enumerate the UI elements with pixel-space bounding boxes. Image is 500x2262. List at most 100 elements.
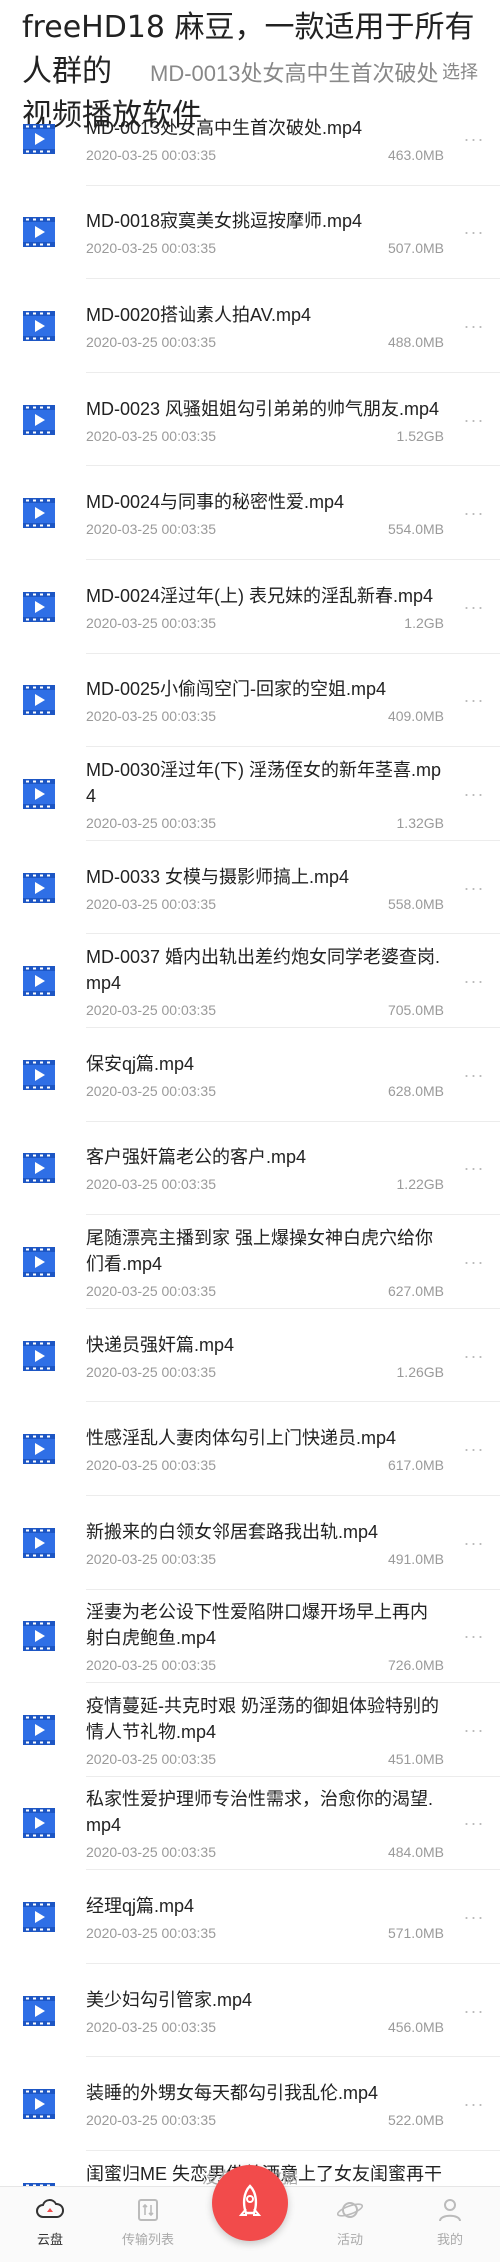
file-date: 2020-03-25 00:03:35: [86, 521, 216, 538]
file-item[interactable]: MD-0018寂寞美女挑逗按摩师.mp4 2020-03-25 00:03:35…: [0, 186, 500, 280]
video-file-icon: [22, 872, 56, 904]
file-date: 2020-03-25 00:03:35: [86, 2018, 216, 2035]
file-info: 淫妻为老公设下性爱陷阱口爆开场早上再内射白虎鲍鱼.mp4 2020-03-25 …: [86, 1590, 444, 1684]
more-options-button[interactable]: ···: [464, 1720, 484, 1740]
file-info: MD-0037 婚内出轨出差约炮女同学老婆查岗.mp4 2020-03-25 0…: [86, 934, 444, 1028]
file-info: MD-0020搭讪素人拍AV.mp4 2020-03-25 00:03:35 4…: [86, 279, 444, 373]
video-file-icon: [22, 2088, 56, 2120]
more-options-button[interactable]: ···: [464, 2094, 484, 2114]
more-options-button[interactable]: ···: [464, 1065, 484, 1085]
more-options-button[interactable]: ···: [464, 410, 484, 430]
file-item[interactable]: 经理qj篇.mp4 2020-03-25 00:03:35 571.0MB ··…: [0, 1870, 500, 1964]
more-options-button[interactable]: ···: [464, 129, 484, 149]
nav-item-transfer[interactable]: 传输列表: [108, 2195, 188, 2248]
file-item[interactable]: 快递员强奸篇.mp4 2020-03-25 00:03:35 1.26GB ··…: [0, 1309, 500, 1403]
nav-item-activity[interactable]: 活动: [310, 2195, 390, 2248]
file-date: 2020-03-25 00:03:35: [86, 1002, 216, 1019]
more-dots-icon: ···: [463, 1626, 485, 1647]
more-dots-icon: ···: [463, 1532, 485, 1553]
more-options-button[interactable]: ···: [464, 1158, 484, 1178]
file-meta: 2020-03-25 00:03:35 1.26GB: [86, 1364, 444, 1380]
file-size: 1.26GB: [396, 1363, 444, 1380]
file-item[interactable]: MD-0037 婚内出轨出差约炮女同学老婆查岗.mp4 2020-03-25 0…: [0, 934, 500, 1028]
more-options-button[interactable]: ···: [464, 1626, 484, 1646]
file-size: 1.32GB: [396, 814, 444, 831]
file-item[interactable]: 新搬来的白领女邻居套路我出轨.mp4 2020-03-25 00:03:35 4…: [0, 1496, 500, 1590]
more-dots-icon: ···: [463, 315, 485, 336]
file-item[interactable]: 装睡的外甥女每天都勾引我乱伦.mp4 2020-03-25 00:03:35 5…: [0, 2057, 500, 2152]
file-item[interactable]: 客户强奸篇老公的客户.mp4 2020-03-25 00:03:35 1.22G…: [0, 1122, 500, 1216]
file-meta: 2020-03-25 00:03:35 1.22GB: [86, 1176, 444, 1192]
file-size: 617.0MB: [387, 1457, 444, 1474]
more-options-button[interactable]: ···: [464, 1813, 484, 1833]
file-item[interactable]: 私家性爱护理师专治性需求，治愈你的渴望.mp4 2020-03-25 00:03…: [0, 1777, 500, 1871]
file-date: 2020-03-25 00:03:35: [86, 1925, 216, 1942]
more-dots-icon: ···: [463, 877, 485, 898]
more-dots-icon: ···: [463, 690, 485, 711]
file-item[interactable]: 美少妇勾引管家.mp4 2020-03-25 00:03:35 456.0MB …: [0, 1964, 500, 2058]
video-file-icon: [22, 404, 56, 436]
file-info: MD-0023 风骚姐姐勾引弟弟的帅气朋友.mp4 2020-03-25 00:…: [86, 373, 444, 467]
file-item[interactable]: 疫情蔓延-共克时艰 奶淫荡的御姐体验特别的情人节礼物.mp4 2020-03-2…: [0, 1683, 500, 1777]
file-item[interactable]: 淫妻为老公设下性爱陷阱口爆开场早上再内射白虎鲍鱼.mp4 2020-03-25 …: [0, 1590, 500, 1684]
file-meta: 2020-03-25 00:03:35 617.0MB: [86, 1457, 444, 1473]
more-options-button[interactable]: ···: [464, 597, 484, 617]
file-date: 2020-03-25 00:03:35: [86, 1550, 216, 1567]
select-button[interactable]: 选择: [442, 58, 478, 84]
file-meta: 2020-03-25 00:03:35 571.0MB: [86, 1925, 444, 1941]
video-file-icon: [22, 1527, 56, 1559]
file-item[interactable]: MD-0030淫过年(下) 淫荡侄女的新年茎喜.mp4 2020-03-25 0…: [0, 747, 500, 841]
launch-button[interactable]: [212, 2165, 288, 2241]
more-options-button[interactable]: ···: [464, 784, 484, 804]
nav-item-me[interactable]: 我的: [410, 2195, 490, 2248]
more-options-button[interactable]: ···: [464, 1252, 484, 1272]
more-dots-icon: ···: [463, 503, 485, 524]
nav-item-cloud[interactable]: 云盘: [10, 2195, 90, 2248]
more-options-button[interactable]: ···: [464, 503, 484, 523]
file-size: 409.0MB: [387, 708, 444, 725]
video-file-icon: [22, 1433, 56, 1465]
more-options-button[interactable]: ···: [464, 1533, 484, 1553]
video-file-icon: [22, 1246, 56, 1278]
file-item[interactable]: MD-0025小偷闯空门-回家的空姐.mp4 2020-03-25 00:03:…: [0, 654, 500, 748]
file-meta: 2020-03-25 00:03:35 1.52GB: [86, 428, 444, 444]
file-item[interactable]: 性感淫乱人妻肉体勾引上门快递员.mp4 2020-03-25 00:03:35 …: [0, 1402, 500, 1496]
file-name: MD-0025小偷闯空门-回家的空姐.mp4: [86, 679, 387, 700]
file-item[interactable]: 尾随漂亮主播到家 强上爆操女神白虎穴给你们看.mp4 2020-03-25 00…: [0, 1215, 500, 1309]
file-item[interactable]: MD-0024与同事的秘密性爱.mp4 2020-03-25 00:03:35 …: [0, 466, 500, 560]
file-info: 私家性爱护理师专治性需求，治愈你的渴望.mp4 2020-03-25 00:03…: [86, 1777, 444, 1871]
file-size: 488.0MB: [387, 333, 444, 350]
file-size: 571.0MB: [387, 1925, 444, 1942]
file-size: 627.0MB: [387, 1282, 444, 1299]
more-dots-icon: ···: [463, 596, 485, 617]
more-options-button[interactable]: ···: [464, 1907, 484, 1927]
file-name: MD-0018寂寞美女挑逗按摩师.mp4: [86, 211, 363, 232]
file-item[interactable]: MD-0013处女高中生首次破处.mp4 2020-03-25 00:03:35…: [0, 92, 500, 186]
file-name: 装睡的外甥女每天都勾引我乱伦.mp4: [86, 2083, 379, 2104]
more-options-button[interactable]: ···: [464, 1439, 484, 1459]
file-item[interactable]: 保安qj篇.mp4 2020-03-25 00:03:35 628.0MB ··…: [0, 1028, 500, 1122]
file-info: MD-0024淫过年(上) 表兄妹的淫乱新春.mp4 2020-03-25 00…: [86, 560, 444, 654]
more-options-button[interactable]: ···: [464, 878, 484, 898]
file-info: 装睡的外甥女每天都勾引我乱伦.mp4 2020-03-25 00:03:35 5…: [86, 2057, 444, 2151]
file-item[interactable]: MD-0033 女模与摄影师搞上.mp4 2020-03-25 00:03:35…: [0, 841, 500, 935]
more-options-button[interactable]: ···: [464, 971, 484, 991]
more-options-button[interactable]: ···: [464, 2001, 484, 2021]
file-meta: 2020-03-25 00:03:35 507.0MB: [86, 240, 444, 256]
video-file-icon: [22, 1340, 56, 1372]
more-options-button[interactable]: ···: [464, 316, 484, 336]
file-name: MD-0023 风骚姐姐勾引弟弟的帅气朋友.mp4: [86, 398, 440, 419]
file-item[interactable]: MD-0024淫过年(上) 表兄妹的淫乱新春.mp4 2020-03-25 00…: [0, 560, 500, 654]
more-options-button[interactable]: ···: [464, 690, 484, 710]
file-date: 2020-03-25 00:03:35: [86, 1176, 216, 1193]
file-item[interactable]: MD-0023 风骚姐姐勾引弟弟的帅气朋友.mp4 2020-03-25 00:…: [0, 373, 500, 467]
more-options-button[interactable]: ···: [464, 1346, 484, 1366]
file-name: 经理qj篇.mp4: [86, 1896, 195, 1917]
bottom-nav: 云盘 传输列表 活动 我的: [0, 2165, 500, 2262]
file-size: 456.0MB: [387, 2018, 444, 2035]
video-file-icon: [22, 1807, 56, 1839]
transfer-icon: [138, 2199, 158, 2221]
file-item[interactable]: MD-0020搭讪素人拍AV.mp4 2020-03-25 00:03:35 4…: [0, 279, 500, 373]
file-size: 558.0MB: [387, 895, 444, 912]
more-options-button[interactable]: ···: [464, 222, 484, 242]
